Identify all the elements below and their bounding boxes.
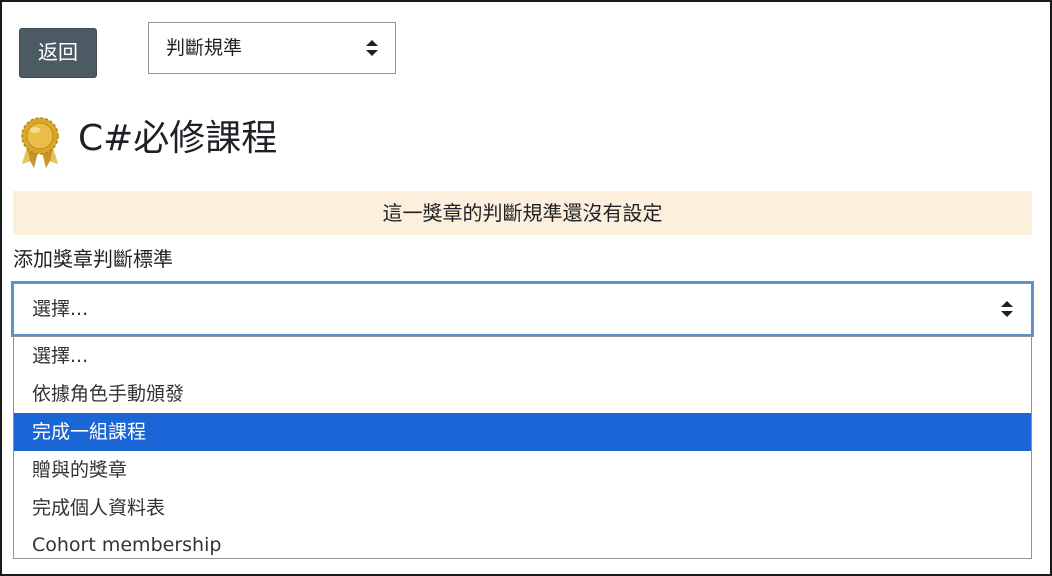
medal-icon <box>21 117 59 168</box>
sort-arrows-icon <box>366 40 378 56</box>
back-button[interactable]: 返回 <box>19 28 97 78</box>
sort-arrows-icon <box>1001 301 1013 317</box>
criteria-notice: 這一獎章的判斷規準還沒有設定 <box>13 191 1032 235</box>
dropdown-option-awarded-badges[interactable]: 贈與的獎章 <box>14 451 1031 489</box>
add-criteria-select[interactable]: 選擇... <box>11 281 1034 337</box>
criteria-nav-select-value: 判斷規準 <box>166 37 243 59</box>
add-criteria-select-value: 選擇... <box>32 298 89 320</box>
dropdown-option-placeholder[interactable]: 選擇... <box>14 337 1031 375</box>
dropdown-option-profile-completion[interactable]: 完成個人資料表 <box>14 489 1031 527</box>
page-title: C#必修課程 <box>78 118 278 159</box>
criteria-nav-select[interactable]: 判斷規準 <box>148 22 396 74</box>
dropdown-option-cohort-membership[interactable]: Cohort membership <box>14 527 1031 558</box>
add-criteria-dropdown-list: 選擇... 依據角色手動頒發 完成一組課程 贈與的獎章 完成個人資料表 Coho… <box>13 336 1032 559</box>
add-criteria-label: 添加獎章判斷標準 <box>13 247 173 271</box>
dropdown-option-manual-award[interactable]: 依據角色手動頒發 <box>14 375 1031 413</box>
dropdown-option-course-set[interactable]: 完成一組課程 <box>14 413 1031 451</box>
